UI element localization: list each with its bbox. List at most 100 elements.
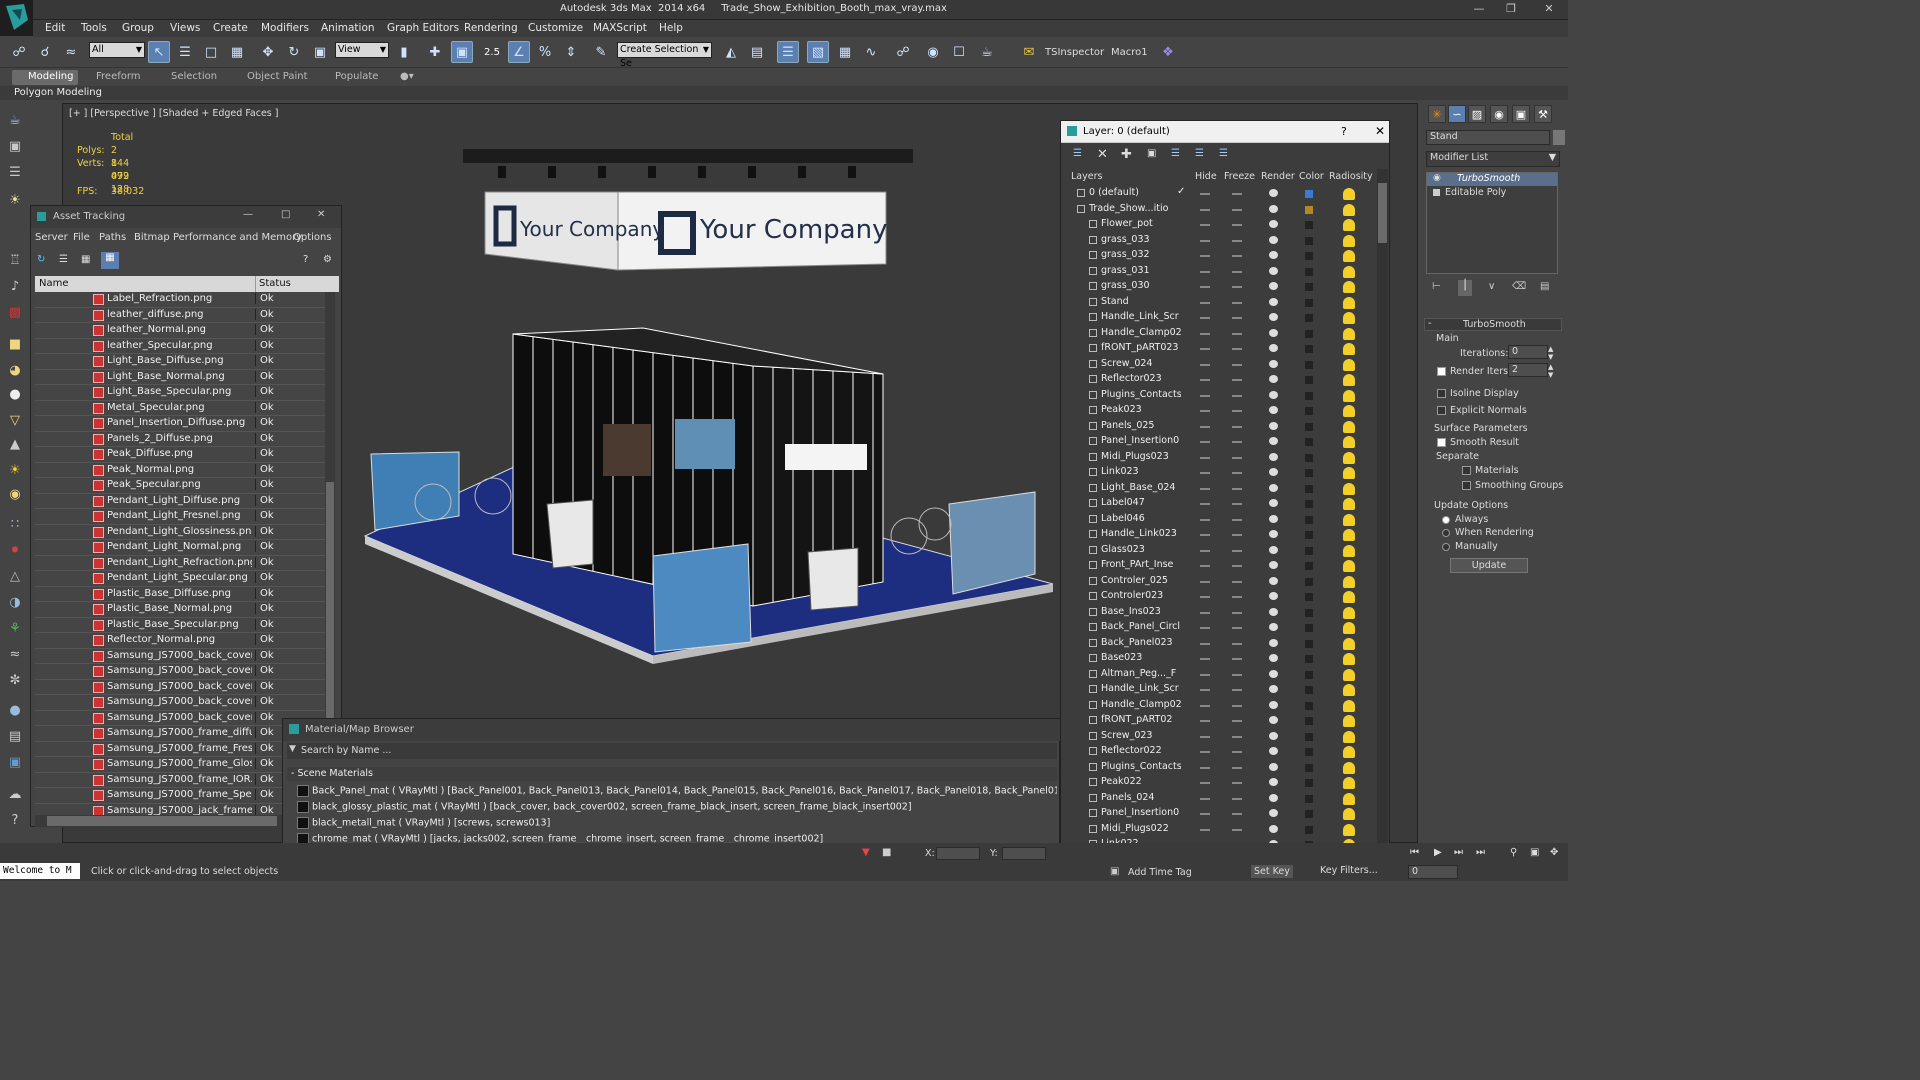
layer-color-swatch[interactable] xyxy=(1305,469,1313,477)
hide-toggle[interactable] xyxy=(1200,410,1210,412)
radiosity-icon[interactable] xyxy=(1343,622,1355,634)
layer-color-swatch[interactable] xyxy=(1305,205,1313,214)
asset-row[interactable]: Plastic_Base_Normal.png Ok xyxy=(35,602,325,618)
freeze-toggle[interactable] xyxy=(1232,782,1242,784)
radiosity-icon[interactable] xyxy=(1343,808,1355,820)
graphite-ribbon-icon[interactable]: ▦ xyxy=(834,41,856,63)
radiosity-icon[interactable] xyxy=(1343,591,1355,603)
asset-row[interactable]: Peak_Normal.png Ok xyxy=(35,462,325,478)
asset-row[interactable]: Peak_Diffuse.png Ok xyxy=(35,447,325,463)
radiosity-icon[interactable] xyxy=(1343,653,1355,665)
scene-states-icon[interactable]: ▤ xyxy=(5,726,25,746)
rotate-icon[interactable]: ↻ xyxy=(283,41,305,63)
viewport-label[interactable]: [+ ] [Perspective ] [Shaded + Edged Face… xyxy=(69,108,278,119)
motion-tab-icon[interactable]: ◉ xyxy=(1490,105,1508,123)
render-teapot-icon[interactable] xyxy=(1269,576,1278,585)
layer-color-swatch[interactable] xyxy=(1305,810,1313,818)
freeze-toggle[interactable] xyxy=(1232,456,1242,459)
radiosity-icon[interactable] xyxy=(1343,575,1355,588)
asset-row[interactable]: Panel_Insertion_Diffuse.png Ok xyxy=(35,416,325,432)
render-teapot-icon[interactable] xyxy=(1269,793,1278,802)
layer-color-swatch[interactable] xyxy=(1305,500,1313,508)
render-teapot-icon[interactable] xyxy=(1269,592,1278,600)
layer-row[interactable]: Plugins_Contacts xyxy=(1067,388,1375,404)
layer-color-swatch[interactable] xyxy=(1305,360,1313,369)
mirror-icon[interactable]: ◭ xyxy=(720,41,742,63)
stack-item-turbosmooth[interactable]: ◉ TurboSmooth xyxy=(1427,173,1557,186)
freeze-toggle[interactable] xyxy=(1232,797,1242,800)
freeze-toggle[interactable] xyxy=(1232,487,1242,490)
asset-row[interactable]: Pendant_Light_Normal.png Ok xyxy=(35,540,325,556)
environment-sphere-icon[interactable]: ● xyxy=(5,700,25,720)
layer-row[interactable]: Peak022 xyxy=(1067,775,1375,791)
hide-toggle[interactable] xyxy=(1200,596,1210,598)
asset-col-status[interactable]: Status xyxy=(259,278,291,289)
render-iters-spinner[interactable]: 2 xyxy=(1508,363,1548,377)
asset-minimize-button[interactable]: — xyxy=(243,209,253,220)
menu-rendering[interactable]: Rendering xyxy=(464,22,518,34)
layer-row[interactable]: Screw_024 xyxy=(1067,357,1375,373)
radiosity-icon[interactable] xyxy=(1343,699,1355,712)
hide-toggle[interactable] xyxy=(1200,580,1210,583)
render-teapot-icon[interactable] xyxy=(1269,716,1278,724)
layer-color-swatch[interactable] xyxy=(1305,438,1313,446)
asset-maximize-button[interactable]: □ xyxy=(281,209,290,220)
asset-row[interactable]: Pendant_Light_Refraction.png Ok xyxy=(35,555,325,571)
radiosity-icon[interactable] xyxy=(1343,777,1355,789)
render-teapot-icon[interactable] xyxy=(1269,654,1278,662)
hide-toggle[interactable] xyxy=(1200,549,1210,552)
layer-close-button[interactable]: ✕ xyxy=(1375,124,1385,138)
layer-color-swatch[interactable] xyxy=(1305,670,1313,679)
material-row[interactable]: black_glossy_plastic_mat ( VRayMtl ) [ba… xyxy=(297,801,1057,816)
layer-color-swatch[interactable] xyxy=(1305,655,1313,663)
hair-icon[interactable]: ≈ xyxy=(5,644,25,664)
radiosity-icon[interactable] xyxy=(1343,482,1355,495)
render-setup-icon[interactable]: ☐ xyxy=(948,41,970,63)
freeze-toggle[interactable] xyxy=(1232,534,1242,536)
render-teapot-icon[interactable] xyxy=(1269,638,1278,647)
pan-icon[interactable]: ✥ xyxy=(1550,847,1558,858)
set-key-button[interactable]: Set Key xyxy=(1251,865,1293,878)
isoline-checkbox[interactable] xyxy=(1437,389,1446,398)
layer-help-button[interactable]: ? xyxy=(1341,125,1347,138)
freeze-toggle[interactable] xyxy=(1232,565,1242,567)
select-manipulate-icon[interactable]: ✚ xyxy=(424,41,446,63)
iterations-spinner-arrows[interactable]: ▲ ▼ xyxy=(1548,345,1553,361)
current-frame-field[interactable]: 0 xyxy=(1408,865,1458,879)
thumbnail-icon[interactable]: ▦ xyxy=(81,254,90,265)
freeze-all-icon[interactable]: ☰ xyxy=(1219,148,1228,159)
freeze-toggle[interactable] xyxy=(1232,627,1242,629)
asset-row[interactable]: Peak_Specular.png Ok xyxy=(35,478,325,494)
asset-row[interactable]: Plastic_Base_Specular.png Ok xyxy=(35,617,325,633)
layer-scrollbar[interactable] xyxy=(1377,169,1388,847)
material-row[interactable]: black_metall_mat ( VRayMtl ) [screws, sc… xyxy=(297,817,1057,832)
layer-row[interactable]: Handle_Link_Scr xyxy=(1067,682,1375,698)
layer-color-swatch[interactable] xyxy=(1305,190,1313,198)
polygon-modeling-label[interactable]: Polygon Modeling xyxy=(14,87,102,98)
freeze-toggle[interactable] xyxy=(1232,658,1242,660)
freeze-toggle[interactable] xyxy=(1232,828,1242,831)
asset-row[interactable]: Light_Base_Diffuse.png Ok xyxy=(35,354,325,370)
hide-toggle[interactable] xyxy=(1200,394,1210,397)
manually-radio[interactable] xyxy=(1442,543,1450,551)
render-production-icon[interactable]: ☕ xyxy=(976,41,998,63)
refresh-icon[interactable]: ↻ xyxy=(37,254,45,265)
radiosity-icon[interactable] xyxy=(1343,560,1355,572)
asset-menu-server[interactable]: Server xyxy=(35,232,68,243)
render-teapot-icon[interactable] xyxy=(1269,204,1278,213)
tab-populate[interactable]: Populate xyxy=(335,71,378,82)
y-coordinate-field[interactable] xyxy=(1002,847,1046,860)
bind-spacewarp-icon[interactable]: ≈ xyxy=(60,41,82,63)
asset-row[interactable]: Panels_2_Diffuse.png Ok xyxy=(35,431,325,447)
layer-row[interactable]: 0 (default) ✓ xyxy=(1067,186,1375,202)
asset-row[interactable]: Samsung_JS7000_back_cover_di...Ok xyxy=(35,648,325,664)
layer-row[interactable]: Handle_Link023 xyxy=(1067,527,1375,543)
ribbon-options-icon[interactable]: ●▾ xyxy=(400,71,414,82)
hide-toggle[interactable] xyxy=(1200,363,1210,366)
radiosity-icon[interactable] xyxy=(1343,684,1355,696)
render-teapot-icon[interactable] xyxy=(1269,328,1278,337)
bowl-icon[interactable]: ▽ xyxy=(5,410,25,430)
freeze-toggle[interactable] xyxy=(1232,301,1242,304)
cloud-icon[interactable]: ☁ xyxy=(5,784,25,804)
layer-color-swatch[interactable] xyxy=(1305,422,1313,431)
